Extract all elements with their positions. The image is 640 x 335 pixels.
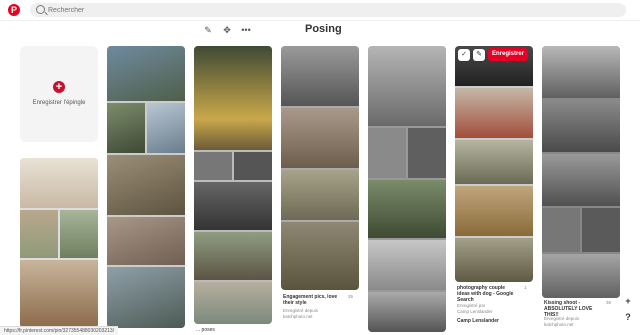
top-bar: P <box>0 0 640 21</box>
help-button[interactable]: ? <box>623 312 633 322</box>
pin-image <box>368 180 446 238</box>
pin-image <box>542 154 620 206</box>
pin-image <box>542 46 620 98</box>
pin-image <box>408 128 446 178</box>
search-icon <box>36 5 45 14</box>
board-title: Posing <box>305 23 342 35</box>
pin-image <box>20 210 58 258</box>
board-toolbar: ✎ ✥ ••• <box>203 24 251 36</box>
pin-image <box>542 254 620 298</box>
ellipsis-icon[interactable]: ••• <box>241 25 251 35</box>
zoom-in-button[interactable]: + <box>623 296 633 306</box>
pin-image <box>455 88 533 138</box>
pin-card[interactable] <box>368 46 446 332</box>
pin-image <box>20 158 98 208</box>
pinterest-logo-icon[interactable]: P <box>8 4 20 16</box>
status-url: https://fr.pinterest.com/pin/32735548803… <box>0 326 119 335</box>
repin-count: 36 <box>606 300 612 305</box>
pin-image <box>194 46 272 150</box>
pin-image <box>107 155 185 215</box>
pin-image <box>281 46 359 106</box>
pin-image <box>368 292 446 332</box>
pin-title: Engagement pics, love their style <box>283 294 338 306</box>
save-button[interactable]: Enregistrer <box>488 48 528 61</box>
pin-card[interactable] <box>107 46 185 328</box>
pin-image <box>194 232 272 280</box>
pin-image <box>281 222 359 290</box>
pin-title: photography couple ideas with dog - Goog… <box>457 285 514 303</box>
pin-card[interactable] <box>455 46 533 282</box>
pin-image <box>281 170 359 220</box>
floating-controls: + ? <box>623 296 633 328</box>
pin-image <box>107 46 185 101</box>
pin-image <box>542 100 620 152</box>
pin-image <box>107 103 145 153</box>
pin-image <box>107 217 185 265</box>
pin-image <box>368 46 446 126</box>
pin-image <box>107 267 185 328</box>
pencil-icon[interactable]: ✎ <box>473 49 485 61</box>
pin-image <box>194 182 272 230</box>
pin-image <box>194 152 232 180</box>
pin-title: ... poses <box>196 327 215 333</box>
pin-card[interactable] <box>194 46 272 324</box>
pin-source: Enregistré depuis katchphoto.net <box>544 316 580 327</box>
pencil-icon[interactable]: ✎ <box>203 25 213 35</box>
move-icon[interactable]: ✥ <box>222 25 232 35</box>
pin-image <box>234 152 272 180</box>
pin-image <box>455 186 533 236</box>
repin-count: 1 <box>524 285 527 290</box>
pin-card[interactable] <box>281 46 359 290</box>
search-bar[interactable] <box>30 3 626 17</box>
add-icon: + <box>53 81 65 93</box>
repin-count: 35 <box>348 294 354 299</box>
pin-source: Enregistré depuis katchphoto.net <box>283 308 319 319</box>
pin-card[interactable] <box>542 46 620 298</box>
pin-image <box>368 128 406 178</box>
pin-image <box>542 208 580 252</box>
pin-source: Enregistré par Camp Lenslander <box>457 303 493 314</box>
pin-image <box>147 103 185 153</box>
pin-image <box>194 282 272 324</box>
pin-image <box>368 240 446 290</box>
pin-image <box>20 260 98 328</box>
pin-card[interactable] <box>20 158 98 328</box>
pin-image <box>582 208 620 252</box>
add-pin-label: Enregistrer l'épingle <box>32 100 86 106</box>
add-pin-card[interactable]: + Enregistrer l'épingle <box>20 46 98 142</box>
pin-image <box>455 140 533 184</box>
pin-image <box>281 108 359 168</box>
pin-image <box>60 210 98 258</box>
search-input[interactable] <box>48 3 608 17</box>
board-name: Camp Lenslander <box>457 318 499 324</box>
select-check-icon[interactable]: ✓ <box>458 49 470 61</box>
pin-image <box>455 238 533 282</box>
